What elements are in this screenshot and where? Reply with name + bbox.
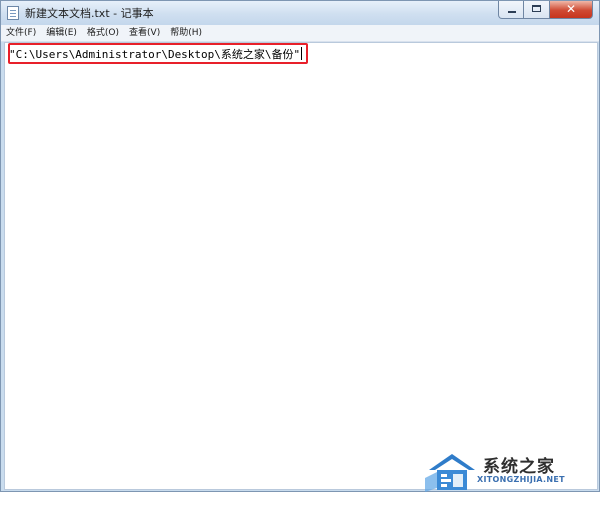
- maximize-button[interactable]: [524, 1, 550, 19]
- notepad-icon[interactable]: [7, 6, 19, 20]
- editor-text: "C:\Users\Administrator\Desktop\系统之家\备份": [9, 48, 301, 61]
- menu-bar: 文件(F) 编辑(E) 格式(O) 查看(V) 帮助(H): [1, 25, 599, 42]
- menu-edit[interactable]: 编辑(E): [41, 25, 82, 41]
- title-bar[interactable]: 新建文本文档.txt - 记事本 ✕: [1, 1, 599, 25]
- close-button[interactable]: ✕: [550, 1, 593, 19]
- text-caret: [301, 47, 303, 60]
- editor-text-line[interactable]: "C:\Users\Administrator\Desktop\系统之家\备份": [9, 46, 303, 62]
- menu-file[interactable]: 文件(F): [1, 25, 41, 41]
- text-editor-area[interactable]: "C:\Users\Administrator\Desktop\系统之家\备份"…: [4, 42, 598, 492]
- menu-format[interactable]: 格式(O): [82, 25, 124, 41]
- caption-buttons: ✕: [498, 1, 593, 20]
- notepad-window: 新建文本文档.txt - 记事本 ✕ 文件(F) 编辑(E) 格式(O) 查看(…: [0, 0, 600, 492]
- site-watermark: 系统之家 XITONGZHIJIA.NET: [425, 448, 585, 508]
- minimize-icon: [508, 11, 516, 13]
- maximize-icon: [532, 5, 541, 12]
- window-title: 新建文本文档.txt - 记事本: [25, 7, 154, 20]
- watermark-site-name: 系统之家: [483, 457, 555, 477]
- house-logo-icon: [425, 454, 475, 492]
- menu-help[interactable]: 帮助(H): [165, 25, 207, 41]
- menu-view[interactable]: 查看(V): [124, 25, 165, 41]
- close-icon: ✕: [565, 2, 577, 16]
- minimize-button[interactable]: [498, 1, 524, 19]
- watermark-url: XITONGZHIJIA.NET: [477, 475, 565, 484]
